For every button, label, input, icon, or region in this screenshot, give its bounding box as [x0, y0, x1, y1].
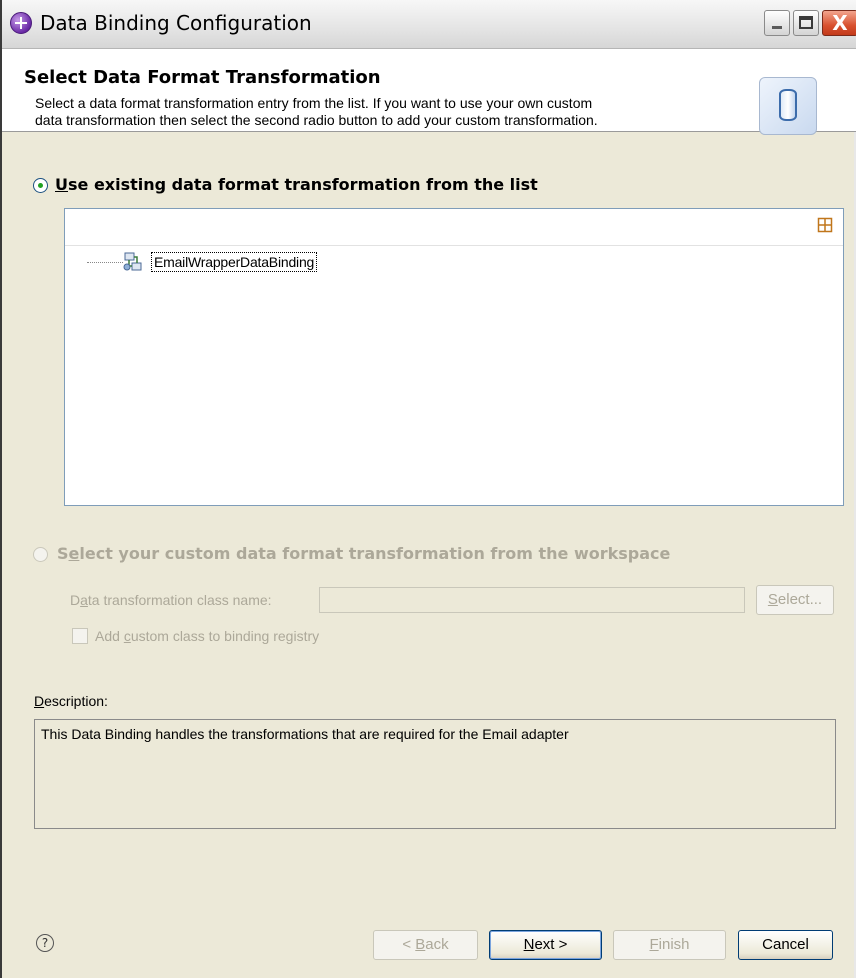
- page-description: Select a data format transformation entr…: [35, 95, 735, 129]
- description-label: Description:: [34, 693, 108, 709]
- button-label: elect...: [777, 591, 823, 608]
- label-text: ta transformation class name:: [87, 592, 272, 608]
- button-label: Cancel: [762, 936, 809, 953]
- expand-all-icon[interactable]: [817, 217, 833, 233]
- description-text: This Data Binding handles the transforma…: [41, 726, 569, 742]
- select-custom-label[interactable]: Select your custom data format transform…: [57, 544, 670, 563]
- cancel-button[interactable]: Cancel: [738, 930, 833, 960]
- button-label: <: [402, 936, 416, 953]
- label-text: D: [70, 592, 81, 608]
- dialog-window: Data Binding Configuration X Select Data…: [0, 0, 856, 978]
- use-existing-radio[interactable]: [33, 178, 48, 193]
- tree-connector: [87, 262, 123, 263]
- add-to-registry-checkbox[interactable]: [72, 628, 88, 644]
- mnemonic: N: [523, 936, 535, 953]
- label-text: lect your custom data format transformat…: [79, 544, 671, 563]
- mnemonic: e: [68, 544, 80, 563]
- finish-button[interactable]: Finish: [613, 930, 726, 960]
- mnemonic: S: [767, 591, 778, 608]
- button-label: ack: [425, 936, 449, 953]
- back-button[interactable]: < Back: [373, 930, 478, 960]
- class-name-label: Data transformation class name:: [70, 592, 272, 608]
- transformation-list[interactable]: EmailWrapperDataBinding: [64, 208, 844, 506]
- list-item-label: EmailWrapperDataBinding: [151, 252, 318, 272]
- select-custom-radio[interactable]: [33, 547, 48, 562]
- mnemonic: a: [80, 592, 88, 608]
- mnemonic: B: [415, 936, 426, 953]
- class-name-input[interactable]: [319, 587, 745, 613]
- use-existing-label[interactable]: Use existing data format transformation …: [55, 175, 538, 194]
- close-button[interactable]: X: [822, 10, 856, 36]
- mnemonic: D: [34, 693, 45, 709]
- help-icon[interactable]: ?: [36, 934, 54, 952]
- mnemonic: F: [649, 936, 659, 953]
- select-class-button[interactable]: Select...: [756, 585, 834, 615]
- minimize-button[interactable]: [764, 10, 790, 36]
- label-text: Add: [95, 628, 124, 644]
- wizard-header: Select Data Format Transformation Select…: [2, 49, 856, 135]
- next-button[interactable]: Next >: [489, 930, 602, 960]
- add-to-registry-label[interactable]: Add custom class to binding registry: [95, 628, 319, 644]
- title-bar[interactable]: Data Binding Configuration X: [2, 0, 856, 49]
- page-description-line: Select a data format transformation entr…: [35, 95, 593, 111]
- window-title: Data Binding Configuration: [40, 11, 312, 35]
- label-text: ustom class to binding registry: [130, 628, 320, 644]
- button-label: inish: [658, 936, 690, 953]
- page-title: Select Data Format Transformation: [24, 67, 381, 88]
- button-label: ext >: [534, 936, 568, 953]
- mnemonic: c: [123, 628, 131, 644]
- close-icon: X: [832, 11, 848, 35]
- label-text: se existing data format transformation f…: [68, 175, 538, 194]
- data-binding-icon: [123, 252, 143, 272]
- label-text: S: [57, 544, 69, 563]
- database-cylinder-icon: [759, 77, 817, 135]
- maximize-button[interactable]: [793, 10, 819, 36]
- description-box[interactable]: This Data Binding handles the transforma…: [34, 719, 836, 829]
- list-toolbar: [65, 209, 843, 246]
- app-icon: [10, 12, 32, 34]
- label-text: escription:: [44, 693, 108, 709]
- mnemonic: U: [55, 175, 68, 194]
- page-description-line: data transformation then select the seco…: [35, 112, 598, 128]
